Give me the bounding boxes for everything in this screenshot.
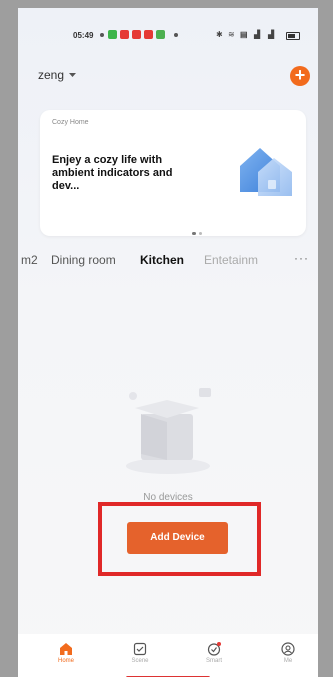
smart-icon — [207, 642, 221, 656]
tab-dining-room[interactable]: Dining room — [51, 253, 116, 267]
nav-smart[interactable]: Smart — [189, 634, 239, 664]
empty-box-illustration — [126, 388, 211, 474]
highlight-box — [98, 502, 261, 576]
banner-pagination — [192, 222, 205, 240]
scene-icon — [133, 642, 147, 656]
notification-icon — [144, 30, 153, 39]
status-bar: 05:49 ✱ ≋ ▤ ▟ ▟ — [18, 26, 318, 46]
home-selector[interactable]: zeng — [38, 68, 77, 82]
banner-text: Enjey a cozy life with ambient indicator… — [52, 154, 173, 192]
nav-me[interactable]: Me — [263, 634, 313, 664]
notification-icon — [120, 30, 129, 39]
app-screen: 05:49 ✱ ≋ ▤ ▟ ▟ zeng + Cozy Home Enjey a… — [18, 8, 318, 677]
promo-banner[interactable]: Cozy Home Enjey a cozy life with ambient… — [40, 110, 306, 236]
header: zeng + — [18, 63, 318, 89]
nav-smart-label: Smart — [205, 658, 222, 664]
plus-icon: + — [294, 65, 306, 85]
status-dot — [174, 33, 178, 37]
banner-tag: Cozy Home — [52, 119, 89, 126]
nav-home-label: Home — [57, 658, 74, 664]
signal-icon: ▟ — [268, 30, 275, 39]
wifi-icon: ≋ — [228, 30, 235, 39]
nav-scene[interactable]: Scene — [115, 634, 165, 664]
tab-m2[interactable]: m2 — [21, 253, 38, 267]
room-tabs: m2 Dining room Kitchen Entetainm ··· — [18, 253, 318, 273]
tab-entertainment[interactable]: Entetainm — [204, 253, 258, 267]
home-icon — [60, 643, 72, 655]
signal-icon: ▤ — [240, 30, 248, 39]
profile-icon — [281, 642, 295, 656]
pagination-dot — [192, 232, 196, 235]
battery-icon — [286, 32, 300, 40]
nav-scene-label: Scene — [131, 658, 149, 664]
bottom-nav: Home Scene Smart Me — [18, 634, 318, 677]
home-name: zeng — [38, 68, 65, 82]
house-illustration — [240, 148, 292, 196]
more-tabs-icon[interactable]: ··· — [294, 253, 309, 265]
status-time: 05:49 — [73, 31, 94, 40]
notification-icon — [108, 30, 117, 39]
pagination-dot — [199, 232, 202, 235]
notification-icon — [132, 30, 141, 39]
notification-icon — [156, 30, 165, 39]
tab-kitchen[interactable]: Kitchen — [140, 253, 184, 267]
signal-icon: ▟ — [254, 30, 261, 39]
caret-down-icon — [69, 73, 77, 78]
bluetooth-icon: ✱ — [216, 30, 223, 39]
nav-me-label: Me — [283, 658, 293, 664]
status-dot — [100, 33, 104, 37]
nav-home[interactable]: Home — [41, 634, 91, 664]
add-button[interactable]: + — [290, 66, 310, 86]
